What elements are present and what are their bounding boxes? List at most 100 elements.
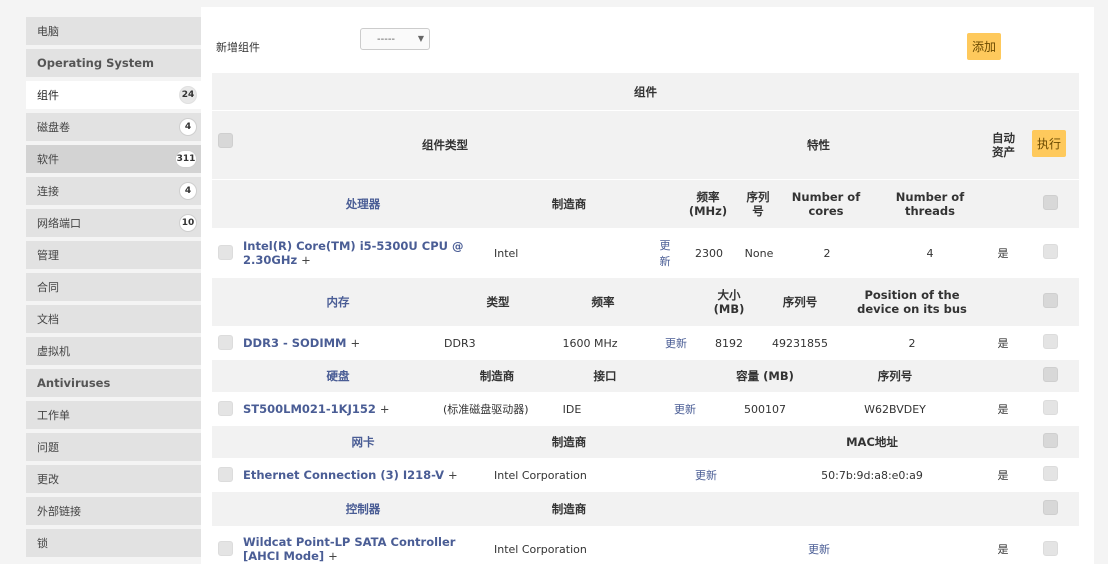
sidebar-item-label: 工作单: [37, 409, 70, 422]
row-checkbox[interactable]: [1043, 293, 1058, 308]
auto-asset-value: 是: [997, 469, 1009, 482]
header-harddrive[interactable]: 硬盘: [312, 360, 364, 392]
header-serial: 序列号: [782, 295, 818, 309]
expand-plus[interactable]: +: [380, 402, 390, 416]
sidebar-item-locks[interactable]: 锁: [26, 529, 201, 557]
header-serial: 序列号: [877, 369, 913, 383]
table-row: DDR3 - SODIMM + DDR3 1600 MHz 更新 8192 49…: [212, 327, 1079, 359]
row-checkbox[interactable]: [1043, 466, 1058, 481]
sidebar-item-management[interactable]: 管理: [26, 241, 201, 269]
row-checkbox[interactable]: [218, 245, 233, 260]
component-name[interactable]: DDR3 - SODIMM +: [243, 327, 433, 359]
update-link[interactable]: 更新: [689, 459, 723, 491]
sidebar-item-external-links[interactable]: 外部链接: [26, 497, 201, 525]
header-serial: 序列号: [746, 190, 770, 218]
header-capacity: 容量 (MB): [736, 369, 794, 383]
manufacturer: (标准磁盘驱动器): [443, 403, 529, 416]
header-controller[interactable]: 控制器: [337, 492, 389, 526]
type-value: DDR3: [444, 336, 476, 350]
update-link[interactable]: 更新: [668, 393, 702, 425]
component-name[interactable]: Wildcat Point-LP SATA Controller [AHCI M…: [243, 527, 483, 564]
execute-button[interactable]: 执行: [1032, 130, 1066, 157]
row-checkbox[interactable]: [218, 467, 233, 482]
sidebar-item-label: 文档: [37, 313, 59, 326]
header-network-card[interactable]: 网卡: [337, 426, 389, 458]
threads-value: 4: [926, 246, 934, 260]
sidebar-item-documents[interactable]: 文档: [26, 305, 201, 333]
auto-asset-value: 是: [997, 403, 1009, 416]
row-checkbox[interactable]: [218, 541, 233, 556]
row-checkbox[interactable]: [1043, 334, 1058, 349]
sidebar-item-virtual-machines[interactable]: 虚拟机: [26, 337, 201, 365]
sidebar-item-connections[interactable]: 连接 4: [26, 177, 201, 205]
memory-header-row: 内存 类型 频率 大小 (MB) 序列号 Position of the dev…: [212, 278, 1079, 326]
cores-value: 2: [823, 246, 831, 260]
sidebar-item-network-ports[interactable]: 网络端口 10: [26, 209, 201, 237]
serial-value: W62BVDEY: [864, 402, 926, 416]
add-button[interactable]: 添加: [967, 33, 1001, 60]
row-checkbox[interactable]: [1043, 367, 1058, 382]
sidebar-item-label: 更改: [37, 473, 59, 486]
frequency-value: 2300: [695, 246, 723, 260]
update-link[interactable]: 更新: [656, 229, 674, 277]
header-properties: 特性: [807, 138, 830, 152]
sidebar-item-tickets[interactable]: 工作单: [26, 401, 201, 429]
sidebar-item-operating-system[interactable]: Operating System: [26, 49, 201, 77]
header-frequency: 频率: [591, 295, 615, 309]
expand-plus[interactable]: +: [351, 336, 361, 350]
row-checkbox[interactable]: [1043, 400, 1058, 415]
header-processor[interactable]: 处理器: [312, 180, 414, 228]
manufacturer: Intel Corporation: [494, 468, 587, 482]
header-memory[interactable]: 内存: [312, 278, 364, 326]
sidebar-item-label: 网络端口: [37, 217, 81, 230]
select-all-checkbox[interactable]: [218, 133, 233, 148]
expand-plus[interactable]: +: [301, 253, 311, 267]
sidebar-item-volumes[interactable]: 磁盘卷 4: [26, 113, 201, 141]
header-type: 类型: [486, 295, 510, 309]
expand-plus[interactable]: +: [328, 549, 338, 563]
table-title: 组件: [634, 84, 657, 99]
table-row: Wildcat Point-LP SATA Controller [AHCI M…: [212, 527, 1079, 564]
auto-asset-value: 是: [997, 543, 1009, 556]
serial-value: 49231855: [772, 336, 828, 350]
component-name[interactable]: ST500LM021-1KJ152 +: [243, 393, 443, 425]
row-checkbox[interactable]: [1043, 500, 1058, 515]
expand-plus[interactable]: +: [448, 468, 458, 482]
header-frequency: 频率 (MHz): [688, 190, 728, 218]
row-checkbox[interactable]: [1043, 541, 1058, 556]
sidebar-item-software[interactable]: 软件 311: [26, 145, 201, 173]
sidebar-item-label: Antiviruses: [37, 376, 111, 390]
table-row: Ethernet Connection (3) I218-V + Intel C…: [212, 459, 1079, 491]
sidebar-item-label: 外部链接: [37, 505, 81, 518]
sidebar-item-contracts[interactable]: 合同: [26, 273, 201, 301]
row-checkbox[interactable]: [1043, 433, 1058, 448]
row-checkbox[interactable]: [1043, 244, 1058, 259]
header-manufacturer: 制造商: [551, 197, 587, 211]
sidebar-item-changes[interactable]: 更改: [26, 465, 201, 493]
row-checkbox[interactable]: [1043, 195, 1058, 210]
component-name[interactable]: Ethernet Connection (3) I218-V +: [243, 459, 483, 491]
component-type-select[interactable]: ----- ▼: [360, 28, 430, 50]
sidebar-item-label: 合同: [37, 281, 59, 294]
network-header-row: 网卡 制造商 MAC地址: [212, 426, 1079, 458]
controller-header-row: 控制器 制造商: [212, 492, 1079, 526]
header-manufacturer: 制造商: [479, 369, 515, 383]
sidebar-item-components[interactable]: 组件 24: [26, 81, 201, 109]
update-link[interactable]: 更新: [660, 327, 692, 359]
sidebar-item-computer[interactable]: 电脑: [26, 17, 201, 45]
auto-asset-value: 是: [997, 247, 1009, 260]
serial-value: None: [744, 246, 774, 260]
sidebar-item-label: Operating System: [37, 56, 155, 70]
sidebar-item-label: 管理: [37, 249, 59, 262]
count-badge: 311: [175, 150, 197, 168]
sidebar-item-problems[interactable]: 问题: [26, 433, 201, 461]
row-checkbox[interactable]: [218, 401, 233, 416]
row-checkbox[interactable]: [218, 335, 233, 350]
table-header-row: 组件类型 特性 自动资产: [212, 111, 1079, 179]
component-name[interactable]: Intel(R) Core(TM) i5-5300U CPU @ 2.30GHz…: [243, 229, 478, 277]
sidebar-item-antiviruses[interactable]: Antiviruses: [26, 369, 201, 397]
sidebar: 电脑 Operating System 组件 24 磁盘卷 4 软件 311 连接 4 …: [26, 17, 201, 561]
count-badge: 4: [179, 118, 197, 136]
update-link[interactable]: 更新: [802, 527, 836, 564]
harddrive-header-row: 硬盘 制造商 接口 容量 (MB) 序列号: [212, 360, 1079, 392]
